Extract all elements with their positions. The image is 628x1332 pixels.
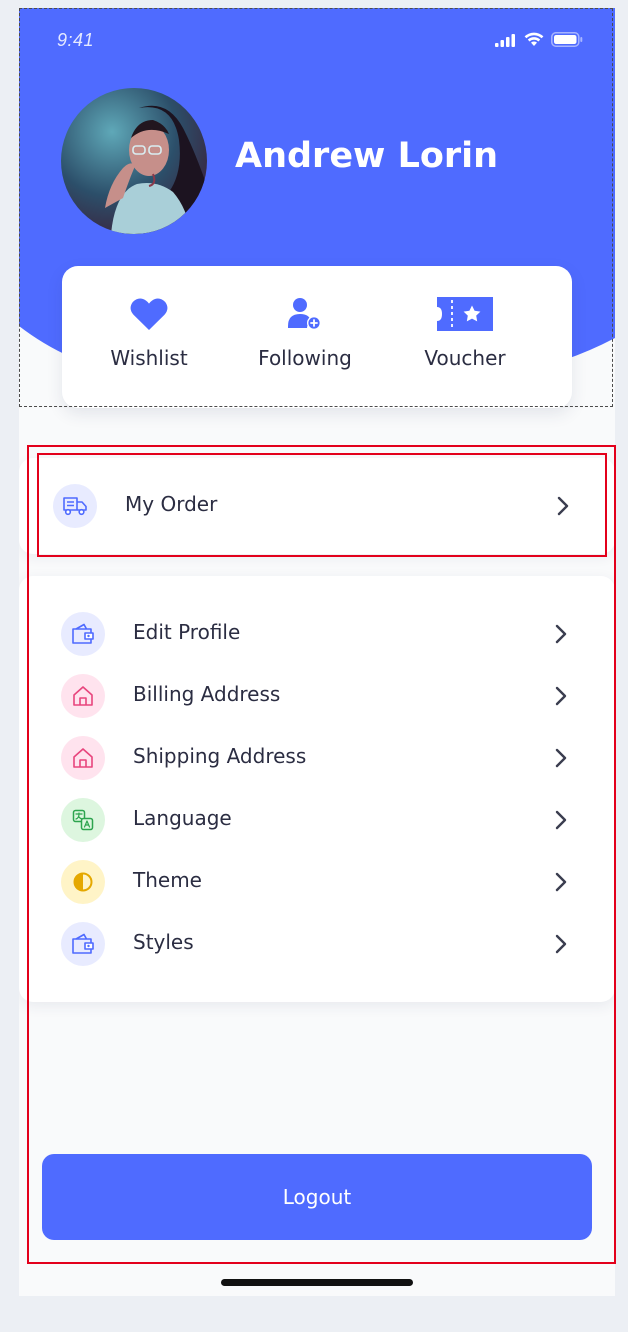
status-icons (495, 32, 583, 51)
menu-item-label: Theme (133, 868, 202, 892)
menu-item-theme[interactable]: Theme (19, 854, 615, 910)
home-icon (61, 674, 105, 718)
translate-icon (61, 798, 105, 842)
wishlist-button[interactable]: Wishlist (74, 294, 224, 370)
chevron-right-icon (555, 934, 567, 954)
menu-item-edit-profile[interactable]: Edit Profile (19, 606, 615, 662)
wallet-icon (61, 922, 105, 966)
my-order-row[interactable]: My Order (19, 478, 615, 534)
settings-menu-card: Edit Profile Billing Address Shipping Ad… (19, 576, 615, 1002)
signal-icon (495, 32, 517, 51)
menu-item-styles[interactable]: Styles (19, 916, 615, 972)
home-icon (61, 736, 105, 780)
chevron-right-icon (555, 624, 567, 644)
following-label: Following (258, 346, 352, 370)
chevron-right-icon (555, 686, 567, 706)
logout-button[interactable]: Logout (42, 1154, 592, 1240)
phone-screen: 9:41 Andrew Lorin Wishlist Following Vou… (19, 8, 615, 1296)
wallet-icon (61, 612, 105, 656)
menu-item-label: Billing Address (133, 682, 281, 706)
menu-item-shipping-address[interactable]: Shipping Address (19, 730, 615, 786)
contrast-icon (61, 860, 105, 904)
profile-name: Andrew Lorin (235, 136, 499, 176)
chevron-right-icon (555, 872, 567, 892)
following-button[interactable]: Following (230, 294, 380, 370)
wifi-icon (524, 32, 544, 51)
menu-item-label: Edit Profile (133, 620, 241, 644)
menu-item-label: Styles (133, 930, 194, 954)
menu-item-billing-address[interactable]: Billing Address (19, 668, 615, 724)
voucher-button[interactable]: Voucher (390, 294, 540, 370)
voucher-label: Voucher (424, 346, 506, 370)
chevron-right-icon (557, 496, 569, 516)
status-time: 9:41 (57, 30, 95, 50)
chevron-right-icon (555, 748, 567, 768)
heart-icon (130, 297, 168, 335)
my-order-label: My Order (125, 492, 218, 516)
avatar[interactable] (61, 88, 207, 234)
my-order-card: My Order (19, 458, 615, 554)
status-bar: 9:41 (19, 30, 615, 58)
quick-actions-card: Wishlist Following Voucher (62, 266, 572, 408)
chevron-right-icon (555, 810, 567, 830)
menu-item-label: Shipping Address (133, 744, 307, 768)
menu-item-label: Language (133, 806, 232, 830)
truck-icon (53, 484, 97, 528)
wishlist-label: Wishlist (110, 346, 188, 370)
menu-item-language[interactable]: Language (19, 792, 615, 848)
user-add-icon (288, 297, 322, 335)
home-indicator[interactable] (221, 1279, 413, 1286)
ticket-icon (437, 297, 493, 335)
battery-icon (551, 32, 583, 51)
